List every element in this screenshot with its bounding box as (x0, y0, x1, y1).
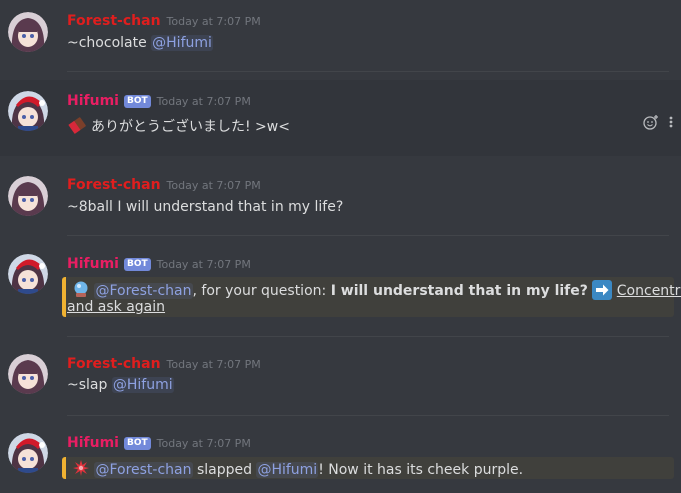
user-mention[interactable]: @Hifumi (151, 35, 213, 51)
user-mention[interactable]: @Hifumi (256, 462, 319, 478)
timestamp: Today at 7:07 PM (156, 257, 251, 271)
username[interactable]: Hifumi (67, 256, 119, 272)
message-divider (67, 336, 669, 337)
collision-icon (72, 459, 90, 477)
username[interactable]: Forest-chan (67, 356, 161, 372)
answer-link-continued[interactable]: and ask again (67, 299, 165, 315)
embed: @Forest-chan slapped @Hifumi! Now it has… (62, 457, 674, 479)
avatar-hifumi[interactable] (8, 91, 48, 131)
timestamp: Today at 7:07 PM (156, 436, 251, 450)
avatar-hifumi[interactable] (8, 254, 48, 294)
avatar-hifumi[interactable] (8, 433, 48, 473)
add-reaction-icon[interactable] (643, 114, 659, 134)
message-text: ありがとうございました! >w< (67, 115, 290, 139)
message-divider (67, 235, 669, 236)
message-2: Hifumi BOT Today at 7:07 PM ありがとうございました!… (0, 80, 681, 156)
bot-badge: BOT (123, 257, 151, 271)
message-5: Forest-chan Today at 7:07 PM ~slap @Hifu… (0, 343, 681, 415)
avatar-forest-chan[interactable] (8, 354, 48, 394)
user-mention[interactable]: @Forest-chan (94, 283, 193, 299)
timestamp: Today at 7:07 PM (166, 14, 261, 28)
message-divider (67, 415, 669, 416)
message-3: Forest-chan Today at 7:07 PM ~8ball I wi… (0, 164, 681, 236)
bot-badge: BOT (123, 94, 151, 108)
username[interactable]: Hifumi (67, 435, 119, 451)
right-arrow-icon (592, 280, 613, 300)
message-text: ~8ball I will understand that in my life… (67, 199, 344, 215)
avatar-forest-chan[interactable] (8, 176, 48, 216)
embed: @Forest-chan, for your question: I will … (62, 277, 681, 317)
bot-badge: BOT (123, 436, 151, 450)
message-actions (643, 114, 673, 134)
message-text: ~chocolate @Hifumi (67, 35, 213, 51)
user-mention[interactable]: @Hifumi (111, 377, 174, 393)
more-options-icon[interactable] (669, 114, 673, 134)
username[interactable]: Hifumi (67, 93, 119, 109)
message-1: Forest-chan Today at 7:07 PM ~chocolate … (0, 0, 681, 72)
crystal-ball-icon (72, 280, 90, 298)
chocolate-emoji-icon (67, 115, 87, 139)
username[interactable]: Forest-chan (67, 13, 161, 29)
message-divider (67, 71, 669, 72)
timestamp: Today at 7:07 PM (166, 178, 261, 192)
avatar-forest-chan[interactable] (8, 12, 48, 52)
question-text: I will understand that in my life? (330, 283, 588, 299)
username[interactable]: Forest-chan (67, 177, 161, 193)
message-text: ~slap @Hifumi (67, 377, 174, 393)
timestamp: Today at 7:07 PM (166, 357, 261, 371)
user-mention[interactable]: @Forest-chan (94, 462, 193, 478)
timestamp: Today at 7:07 PM (156, 94, 251, 108)
answer-link[interactable]: Concentrate (617, 283, 681, 299)
